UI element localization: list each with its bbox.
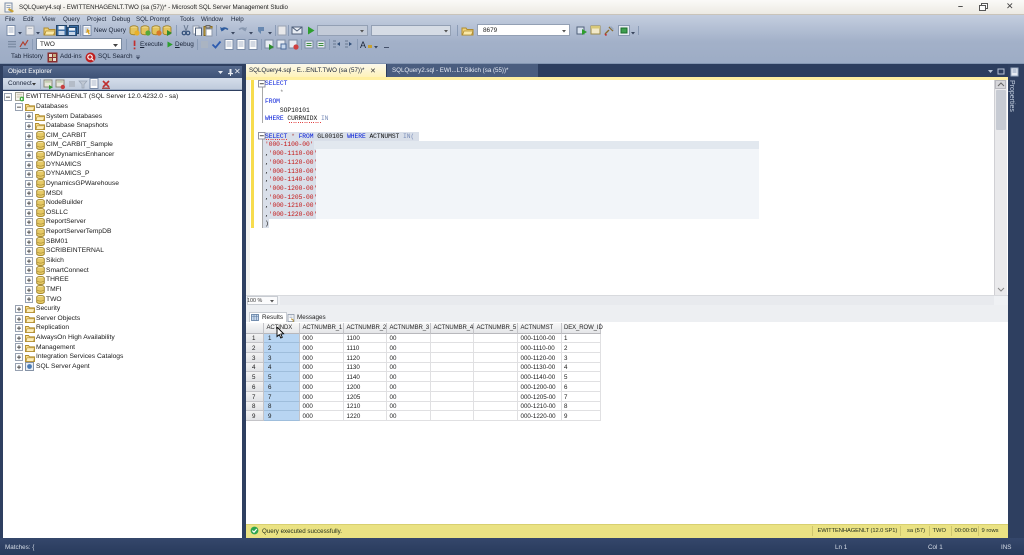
- svg-text:A: A: [360, 40, 366, 50]
